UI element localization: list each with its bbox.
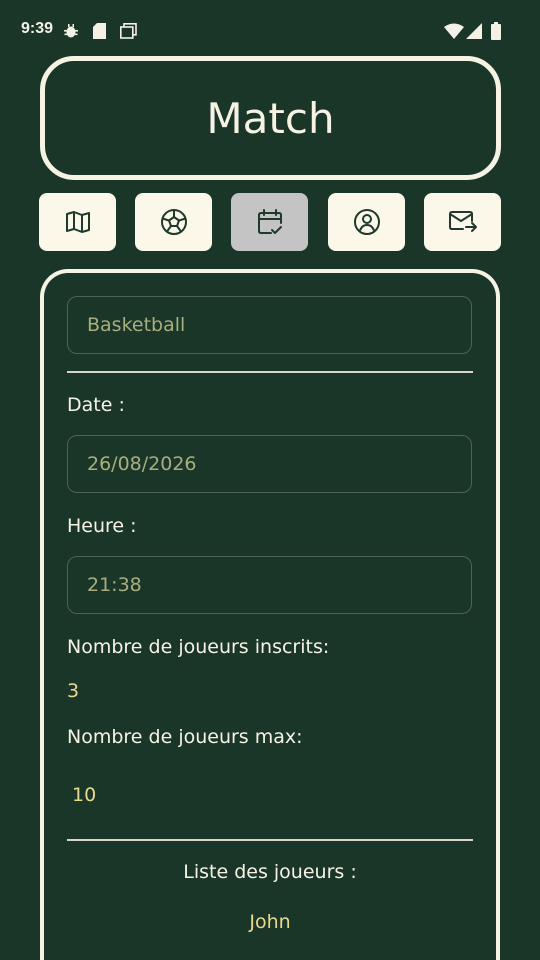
max-players-label: Nombre de joueurs max:: [67, 726, 303, 748]
divider: [67, 839, 473, 841]
player-item: John: [249, 911, 291, 933]
status-time: 9:39: [21, 20, 54, 37]
nav-map-button[interactable]: [39, 193, 116, 251]
registered-players-value: 3: [67, 680, 80, 702]
bug-icon: [64, 23, 78, 43]
mail-forward-icon: [448, 209, 478, 235]
nav-messages-button[interactable]: [424, 193, 501, 251]
user-circle-icon: [353, 208, 381, 236]
match-screen: 9:39 Match Basketball Date: 26/08/2026 …: [0, 0, 540, 960]
divider: [67, 371, 473, 373]
date-field[interactable]: 26/08/2026: [67, 435, 472, 493]
players-list-label: Liste des joueurs :: [183, 861, 357, 883]
time-field[interactable]: 21:38: [67, 556, 472, 614]
nav-profile-button[interactable]: [328, 193, 405, 251]
status-bar: 9:39: [0, 0, 540, 60]
date-label: Date :: [67, 394, 125, 416]
sd-card-icon: [93, 23, 106, 43]
registered-players-label: Nombre de joueurs inscrits:: [67, 636, 330, 658]
signal-icon: [466, 23, 482, 43]
nav-calendar-button[interactable]: [231, 193, 308, 251]
max-players-value: 10: [72, 784, 97, 806]
page-title: Match: [206, 93, 335, 143]
calendar-check-icon: [256, 208, 284, 236]
title-box: Match: [40, 56, 501, 180]
time-label: Heure :: [67, 515, 137, 537]
wifi-icon: [444, 23, 464, 43]
map-icon: [65, 210, 91, 234]
battery-icon: [491, 22, 501, 44]
sport-field[interactable]: Basketball: [67, 296, 472, 354]
nav-sport-button[interactable]: [135, 193, 212, 251]
soccer-ball-icon: [160, 208, 188, 236]
screen-icon: [120, 23, 137, 43]
